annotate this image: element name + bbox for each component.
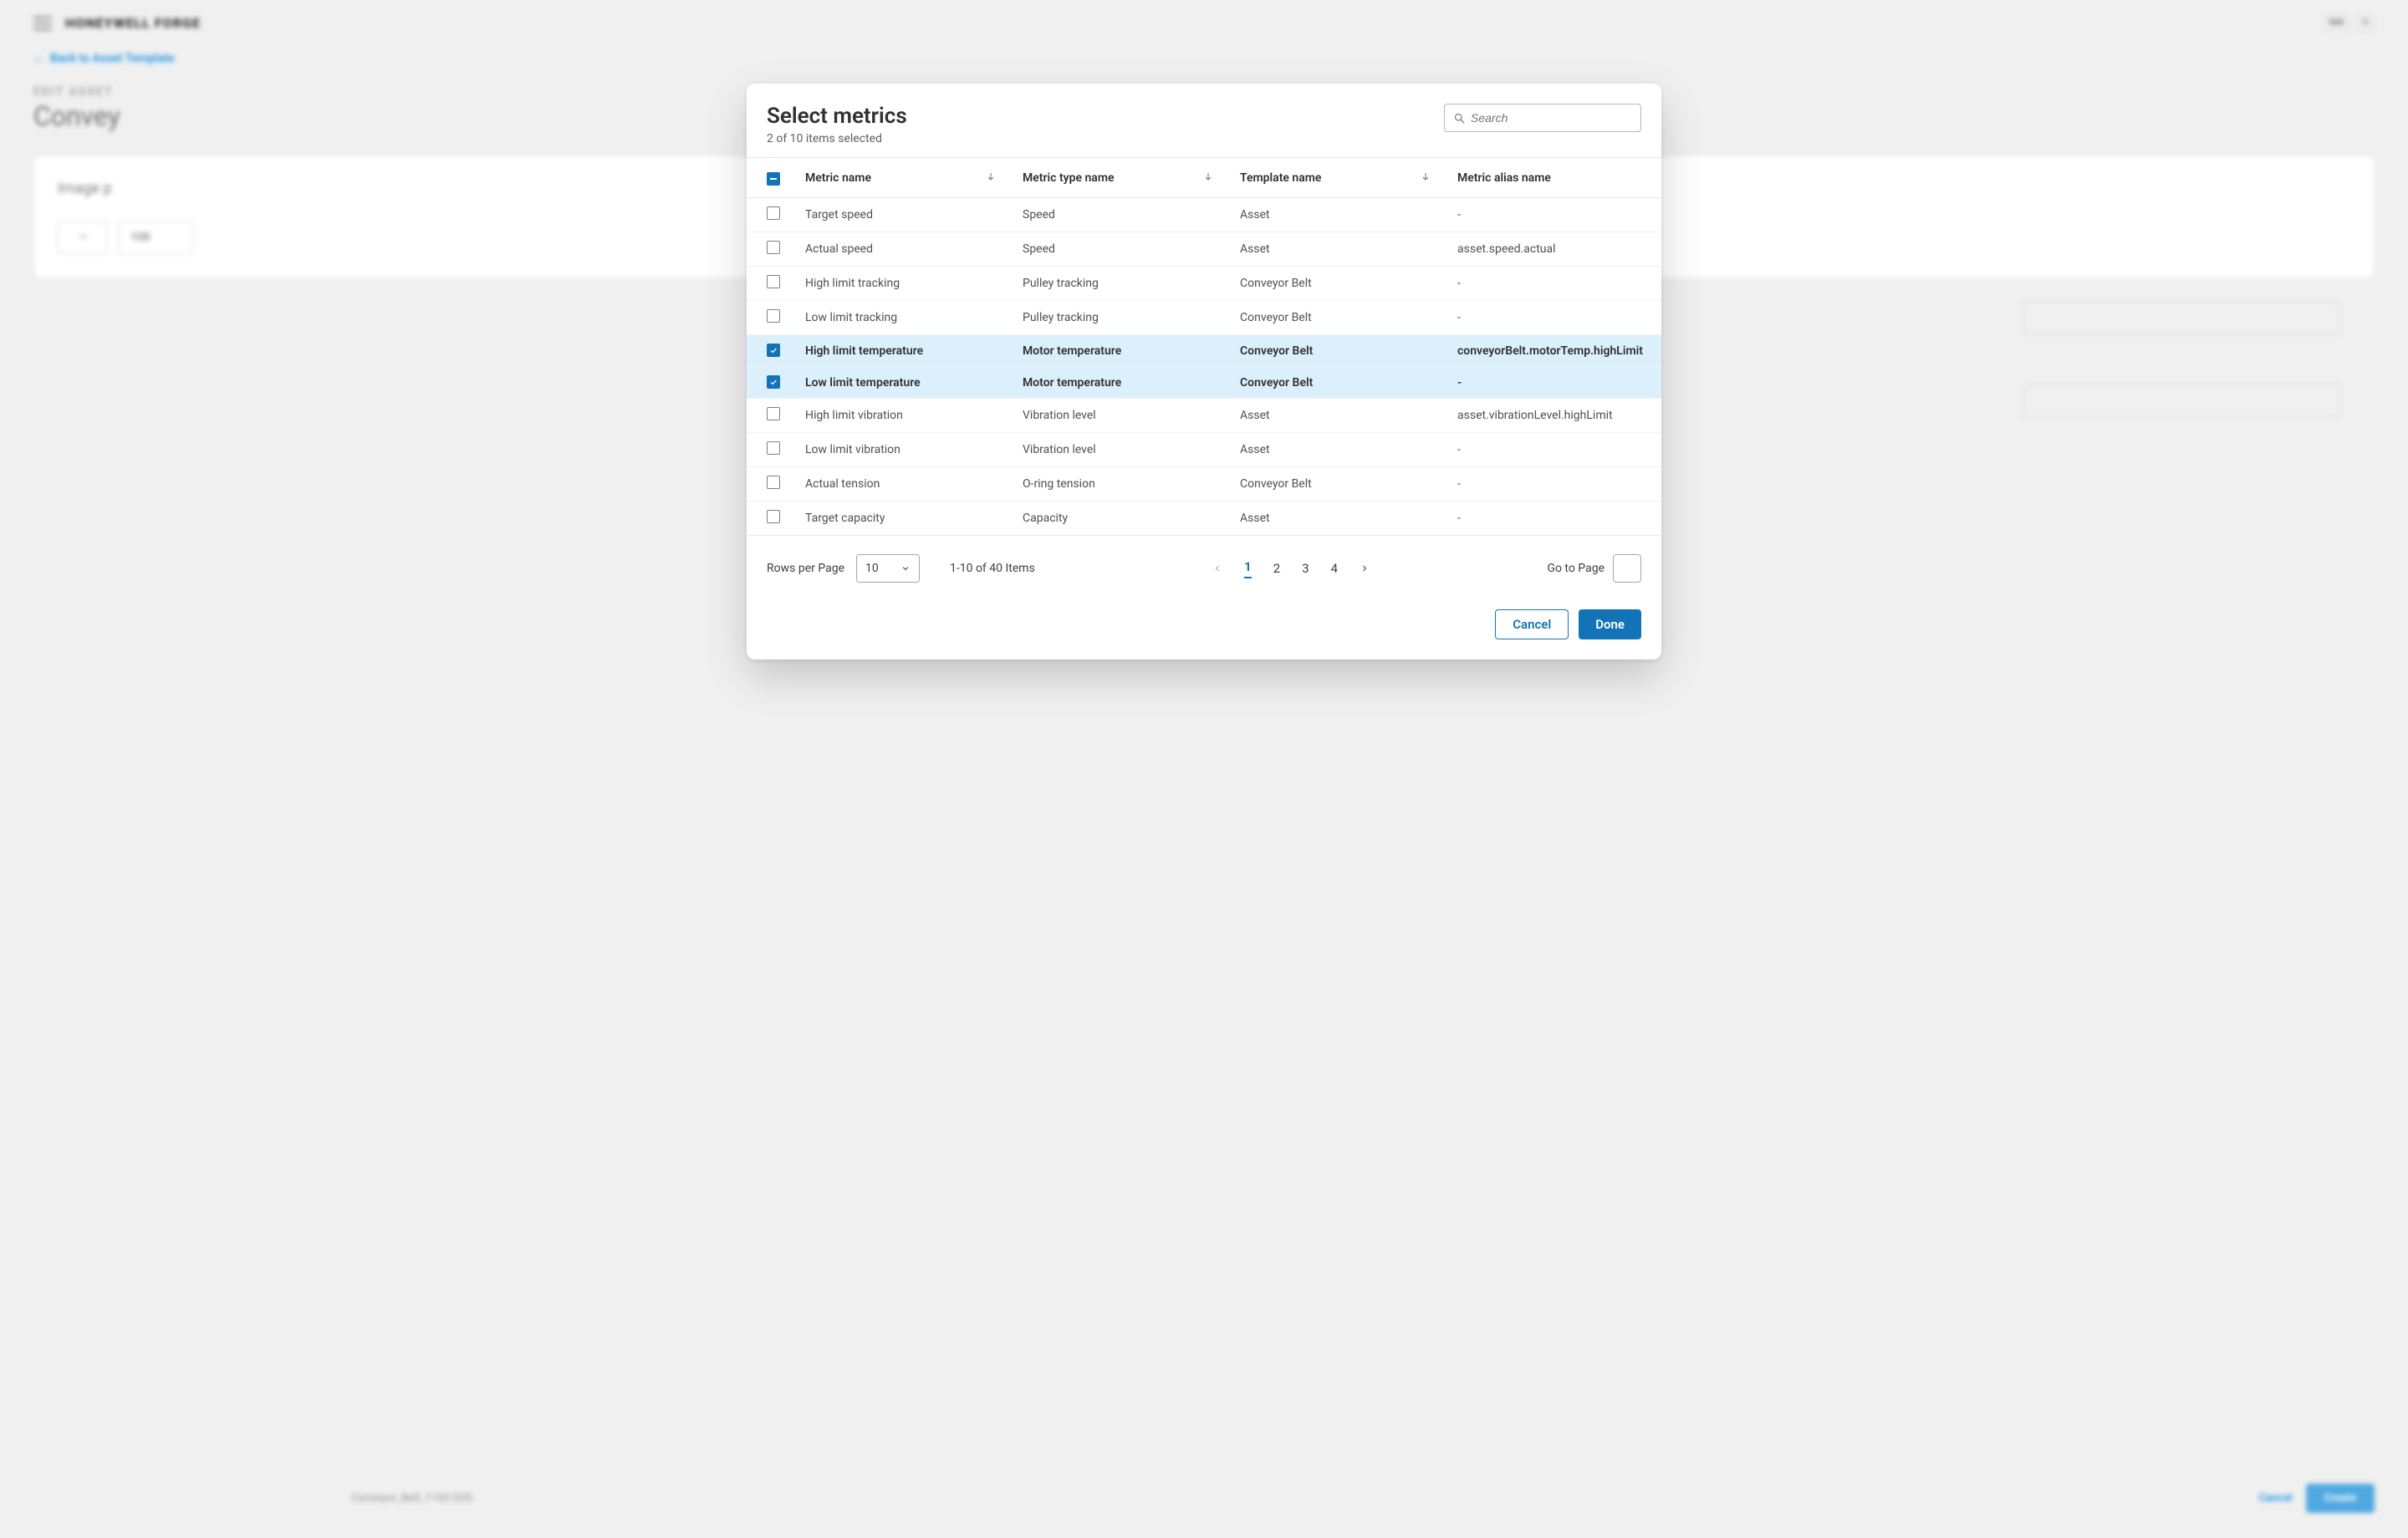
cell-metric-type: Vibration level xyxy=(1011,399,1228,433)
table-row[interactable]: Actual speedSpeedAssetasset.speed.actual xyxy=(747,232,1661,267)
arrow-down-icon xyxy=(1203,171,1213,185)
row-checkbox[interactable] xyxy=(767,241,780,254)
table-row[interactable]: High limit trackingPulley trackingConvey… xyxy=(747,267,1661,301)
row-checkbox[interactable] xyxy=(767,206,780,220)
column-header-metric-name[interactable]: Metric name xyxy=(793,158,1011,198)
cell-template: Asset xyxy=(1228,198,1446,232)
cell-alias: - xyxy=(1446,433,1661,467)
cell-template: Asset xyxy=(1228,502,1446,536)
rows-per-page-label: Rows per Page xyxy=(767,562,844,575)
cell-metric-type: Motor temperature xyxy=(1011,367,1228,399)
pagination-bar: Rows per Page 10 1-10 of 40 Items 1 2 3 4 G… xyxy=(747,536,1661,589)
cell-metric-type: Speed xyxy=(1011,198,1228,232)
column-header-metric-type[interactable]: Metric type name xyxy=(1011,158,1228,198)
arrow-down-icon xyxy=(1421,171,1431,185)
metrics-table: Metric name Metric type name Template na… xyxy=(747,157,1661,536)
next-page-button[interactable] xyxy=(1360,560,1370,578)
cell-metric-name: Target capacity xyxy=(793,502,1011,536)
cell-metric-name: High limit vibration xyxy=(793,399,1011,433)
cell-alias: - xyxy=(1446,301,1661,335)
row-checkbox[interactable] xyxy=(767,375,780,389)
cancel-button[interactable]: Cancel xyxy=(1495,609,1569,639)
search-input[interactable] xyxy=(1444,104,1641,132)
arrow-down-icon xyxy=(986,171,996,185)
cell-alias: conveyorBelt.motorTemp.highLimit xyxy=(1446,335,1661,367)
cell-alias: - xyxy=(1446,467,1661,502)
range-text: 1-10 of 40 Items xyxy=(950,562,1035,575)
row-checkbox[interactable] xyxy=(767,344,780,357)
row-checkbox[interactable] xyxy=(767,510,780,523)
cell-alias: - xyxy=(1446,267,1661,301)
cell-metric-name: Low limit tracking xyxy=(793,301,1011,335)
page-number[interactable]: 3 xyxy=(1302,561,1309,576)
cell-metric-name: High limit temperature xyxy=(793,335,1011,367)
row-checkbox[interactable] xyxy=(767,476,780,489)
cell-metric-type: Capacity xyxy=(1011,502,1228,536)
cell-template: Asset xyxy=(1228,433,1446,467)
cell-template: Conveyor Belt xyxy=(1228,267,1446,301)
cell-template: Asset xyxy=(1228,232,1446,267)
cell-alias: - xyxy=(1446,198,1661,232)
column-header-alias[interactable]: Metric alias name xyxy=(1446,158,1661,198)
cell-metric-type: Speed xyxy=(1011,232,1228,267)
select-all-checkbox[interactable] xyxy=(767,172,780,186)
select-metrics-modal: Select metrics 2 of 10 items selected Me… xyxy=(747,84,1661,660)
table-row[interactable]: Target speedSpeedAsset- xyxy=(747,198,1661,232)
modal-title: Select metrics xyxy=(767,104,907,129)
prev-page-button[interactable] xyxy=(1212,560,1222,578)
table-row[interactable]: Low limit trackingPulley trackingConveyo… xyxy=(747,301,1661,335)
cell-template: Conveyor Belt xyxy=(1228,467,1446,502)
chevron-down-icon xyxy=(900,563,911,573)
cell-alias: asset.vibrationLevel.highLimit xyxy=(1446,399,1661,433)
table-row[interactable]: Target capacityCapacityAsset- xyxy=(747,502,1661,536)
cell-metric-type: O-ring tension xyxy=(1011,467,1228,502)
table-row[interactable]: Low limit temperatureMotor temperatureCo… xyxy=(747,367,1661,399)
row-checkbox[interactable] xyxy=(767,441,780,455)
page-number[interactable]: 1 xyxy=(1244,559,1252,578)
table-row[interactable]: Low limit vibrationVibration levelAsset- xyxy=(747,433,1661,467)
page-number[interactable]: 2 xyxy=(1273,561,1280,576)
cell-metric-name: Target speed xyxy=(793,198,1011,232)
table-row[interactable]: Actual tensionO-ring tensionConveyor Bel… xyxy=(747,467,1661,502)
cell-metric-name: High limit tracking xyxy=(793,267,1011,301)
row-checkbox[interactable] xyxy=(767,309,780,323)
modal-subtitle: 2 of 10 items selected xyxy=(767,132,907,145)
table-row[interactable]: High limit temperatureMotor temperatureC… xyxy=(747,335,1661,367)
cell-template: Conveyor Belt xyxy=(1228,335,1446,367)
cell-metric-name: Actual speed xyxy=(793,232,1011,267)
cell-metric-type: Vibration level xyxy=(1011,433,1228,467)
cell-metric-type: Pulley tracking xyxy=(1011,267,1228,301)
goto-page-input[interactable] xyxy=(1613,554,1641,583)
cell-metric-name: Low limit vibration xyxy=(793,433,1011,467)
cell-template: Asset xyxy=(1228,399,1446,433)
cell-metric-type: Motor temperature xyxy=(1011,335,1228,367)
rows-per-page-select[interactable]: 10 xyxy=(856,554,920,583)
page-number[interactable]: 4 xyxy=(1331,561,1338,576)
done-button[interactable]: Done xyxy=(1579,609,1641,639)
table-row[interactable]: High limit vibrationVibration levelAsset… xyxy=(747,399,1661,433)
cell-template: Conveyor Belt xyxy=(1228,301,1446,335)
goto-page-label: Go to Page xyxy=(1547,562,1604,575)
cell-metric-type: Pulley tracking xyxy=(1011,301,1228,335)
row-checkbox[interactable] xyxy=(767,407,780,420)
row-checkbox[interactable] xyxy=(767,275,780,288)
cell-metric-name: Actual tension xyxy=(793,467,1011,502)
cell-alias: - xyxy=(1446,367,1661,399)
cell-alias: asset.speed.actual xyxy=(1446,232,1661,267)
cell-template: Conveyor Belt xyxy=(1228,367,1446,399)
search-icon xyxy=(1453,112,1466,125)
cell-metric-name: Low limit temperature xyxy=(793,367,1011,399)
column-header-template[interactable]: Template name xyxy=(1228,158,1446,198)
cell-alias: - xyxy=(1446,502,1661,536)
